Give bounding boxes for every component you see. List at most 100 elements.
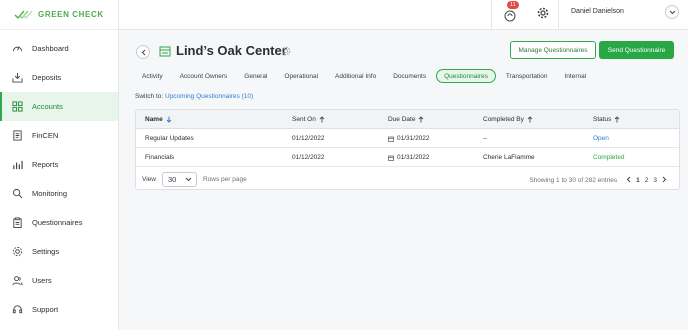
column-label: Sent On: [292, 116, 316, 123]
sidebar-item-fincen[interactable]: FinCEN: [0, 121, 118, 150]
sidebar-item-deposits[interactable]: Deposits: [0, 63, 118, 92]
table-footer: View 30 Rows per page Showing 1 to 30 of…: [136, 170, 679, 190]
rows-per-page-label: Rows per page: [203, 176, 247, 183]
table-header: Name Sent On Due Date Completed By Statu…: [136, 110, 679, 129]
notification-count-badge: 11: [507, 1, 519, 9]
users-icon: [12, 275, 23, 286]
sidebar-item-reports[interactable]: Reports: [0, 150, 118, 179]
page-link[interactable]: 1: [636, 177, 640, 184]
cell-name: Regular Updates: [145, 135, 194, 142]
sidebar-item-label: Dashboard: [32, 44, 69, 53]
magnifier-icon: [12, 188, 23, 199]
document-icon: [12, 130, 23, 141]
upcoming-questionnaires-link[interactable]: Upcoming Questionnaires (10): [165, 93, 253, 100]
brand-name: GREEN CHECK: [38, 10, 104, 19]
column-header-status[interactable]: Status: [593, 116, 620, 123]
sidebar-item-label: Reports: [32, 160, 59, 169]
send-questionnaire-button[interactable]: Send Questionnaire: [599, 41, 674, 59]
sidebar-item-users[interactable]: Users: [0, 266, 118, 295]
page-link[interactable]: 3: [653, 177, 657, 184]
tab-operational[interactable]: Operational: [277, 69, 325, 83]
page-title: Lind’s Oak Center: [176, 43, 287, 58]
grid-icon: [12, 101, 23, 112]
storefront-icon: [159, 46, 171, 57]
speedometer-icon: [12, 43, 23, 54]
column-label: Due Date: [388, 116, 416, 123]
pagination: Showing 1 to 30 of 282 entries 1 2 3: [529, 176, 667, 185]
cell-sent-on: 01/12/2022: [292, 154, 325, 161]
status-badge: Completed: [593, 154, 625, 161]
cell-due-date: 01/31/2022: [388, 135, 430, 142]
entries-summary: Showing 1 to 30 of 282 entries: [529, 177, 618, 184]
tab-questionnaires[interactable]: Questionnaires: [436, 69, 496, 83]
user-menu-chevron-down-icon[interactable]: [665, 5, 679, 19]
column-header-sent-on[interactable]: Sent On: [292, 116, 325, 123]
account-settings-gear-icon[interactable]: [281, 46, 291, 56]
due-date-value: 01/31/2022: [397, 154, 430, 161]
divider: [491, 0, 492, 30]
tab-general[interactable]: General: [237, 69, 274, 83]
rows-per-page-value: 30: [168, 175, 177, 184]
due-date-value: 01/31/2022: [397, 135, 430, 142]
chevron-down-icon: [185, 177, 192, 182]
sidebar-item-support[interactable]: Support: [0, 295, 118, 324]
sidebar-item-questionnaires[interactable]: Questionnaires: [0, 208, 118, 237]
sidebar-item-label: Users: [32, 276, 52, 285]
sidebar-item-label: Questionnaires: [32, 218, 83, 227]
clipboard-icon: [12, 217, 23, 228]
questionnaires-table: Name Sent On Due Date Completed By Statu…: [135, 109, 680, 190]
page-link[interactable]: 2: [645, 177, 649, 184]
table-row[interactable]: Regular Updates 01/12/2022 01/31/2022 --…: [136, 129, 679, 148]
status-badge: Open: [593, 135, 609, 142]
cell-sent-on: 01/12/2022: [292, 135, 325, 142]
sidebar-item-accounts[interactable]: Accounts: [0, 92, 118, 121]
switch-row: Switch to: Upcoming Questionnaires (10): [135, 93, 253, 100]
settings-gear-icon[interactable]: [537, 7, 549, 19]
sidebar: GREEN CHECK Dashboard Deposits Accounts …: [0, 0, 119, 330]
prev-page-chevron-left-icon[interactable]: [626, 176, 631, 185]
column-label: Name: [145, 116, 163, 123]
tab-account-owners[interactable]: Account Owners: [173, 69, 235, 83]
table-row[interactable]: Financials 01/12/2022 01/31/2022 Cherie …: [136, 148, 679, 167]
tab-documents[interactable]: Documents: [386, 69, 433, 83]
gear-icon: [12, 246, 23, 257]
column-label: Completed By: [483, 116, 524, 123]
headset-icon: [12, 304, 23, 315]
top-bar: 11 Daniel Danielson: [119, 0, 688, 30]
tab-activity[interactable]: Activity: [135, 69, 170, 83]
next-page-chevron-right-icon[interactable]: [662, 176, 667, 185]
tab-internal[interactable]: Internal: [558, 69, 594, 83]
cell-completed-by: Cherie LaFlamme: [483, 154, 535, 161]
cell-completed-by: --: [483, 135, 488, 142]
view-label: View: [142, 176, 156, 183]
sort-arrow-up-icon: [419, 116, 424, 123]
sidebar-item-dashboard[interactable]: Dashboard: [0, 34, 118, 63]
sidebar-item-label: Deposits: [32, 73, 62, 82]
calendar-icon: [388, 155, 394, 161]
deposit-tray-icon: [12, 72, 23, 83]
manage-questionnaires-button[interactable]: Manage Questionnaires: [510, 41, 596, 59]
sidebar-item-label: Monitoring: [32, 189, 68, 198]
column-header-due-date[interactable]: Due Date: [388, 116, 424, 123]
column-header-completed-by[interactable]: Completed By: [483, 116, 533, 123]
tab-additional-info[interactable]: Additional Info: [328, 69, 383, 83]
calendar-icon: [388, 136, 394, 142]
column-header-name[interactable]: Name: [145, 116, 172, 123]
back-button[interactable]: [136, 45, 150, 59]
logo[interactable]: GREEN CHECK: [0, 0, 118, 30]
sidebar-item-label: Settings: [32, 247, 60, 256]
bar-chart-icon: [12, 159, 23, 170]
tab-transportation[interactable]: Transportation: [499, 69, 555, 83]
sort-arrow-up-icon: [319, 116, 325, 123]
user-name[interactable]: Daniel Danielson: [571, 8, 624, 15]
sidebar-nav: Dashboard Deposits Accounts FinCEN Repor…: [0, 34, 118, 324]
switch-label: Switch to:: [135, 93, 164, 100]
column-label: Status: [593, 116, 612, 123]
account-tabs: Activity Account Owners General Operatio…: [135, 69, 596, 83]
sidebar-item-settings[interactable]: Settings: [0, 237, 118, 266]
rows-per-page-select[interactable]: 30: [162, 172, 197, 187]
notification-bell-icon[interactable]: [502, 7, 518, 23]
sidebar-item-monitoring[interactable]: Monitoring: [0, 179, 118, 208]
cell-name: Financials: [145, 154, 175, 161]
sort-arrow-up-icon: [615, 116, 620, 123]
